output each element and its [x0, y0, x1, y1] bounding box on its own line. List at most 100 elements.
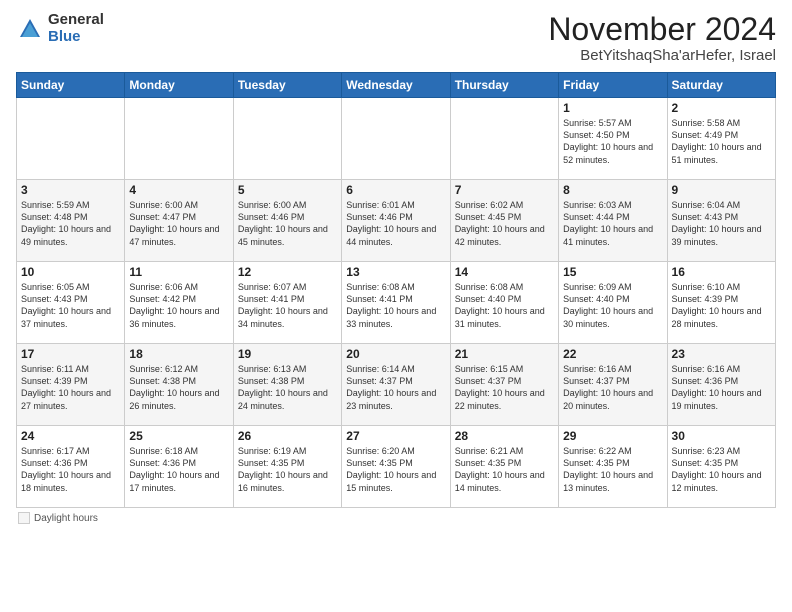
- calendar-week-row: 24 Sunrise: 6:17 AM Sunset: 4:36 PM Dayli…: [17, 426, 776, 508]
- day-detail: Sunrise: 6:14 AM Sunset: 4:37 PM Dayligh…: [346, 363, 445, 412]
- day-detail: Sunrise: 6:05 AM Sunset: 4:43 PM Dayligh…: [21, 281, 120, 330]
- day-detail: Sunrise: 6:16 AM Sunset: 4:37 PM Dayligh…: [563, 363, 662, 412]
- day-detail: Sunrise: 6:00 AM Sunset: 4:47 PM Dayligh…: [129, 199, 228, 248]
- day-detail: Sunrise: 6:16 AM Sunset: 4:36 PM Dayligh…: [672, 363, 771, 412]
- calendar-cell: 24 Sunrise: 6:17 AM Sunset: 4:36 PM Dayli…: [17, 426, 125, 508]
- day-detail: Sunrise: 6:07 AM Sunset: 4:41 PM Dayligh…: [238, 281, 337, 330]
- day-number: 18: [129, 347, 228, 361]
- day-number: 22: [563, 347, 662, 361]
- day-number: 24: [21, 429, 120, 443]
- calendar-cell: 9Sunrise: 6:04 AM Sunset: 4:43 PM Daylig…: [667, 180, 775, 262]
- day-number: 26: [238, 429, 337, 443]
- calendar-cell: 4 Sunrise: 6:00 AM Sunset: 4:47 PM Daylig…: [125, 180, 233, 262]
- day-detail: Sunrise: 6:00 AM Sunset: 4:46 PM Dayligh…: [238, 199, 337, 248]
- calendar-cell: 30 Sunrise: 6:23 AM Sunset: 4:35 PM Dayli…: [667, 426, 775, 508]
- calendar-week-row: 3Sunrise: 5:59 AM Sunset: 4:48 PM Daylig…: [17, 180, 776, 262]
- day-number: 16: [672, 265, 771, 279]
- day-detail: Sunrise: 6:10 AM Sunset: 4:39 PM Dayligh…: [672, 281, 771, 330]
- calendar-cell: 22 Sunrise: 6:16 AM Sunset: 4:37 PM Dayli…: [559, 344, 667, 426]
- calendar-cell: 2 Sunrise: 5:58 AM Sunset: 4:49 PM Daylig…: [667, 98, 775, 180]
- calendar-cell: [342, 98, 450, 180]
- logo-general: General: [48, 12, 104, 29]
- page-container: General Blue November 2024 BetYitshaqSha…: [0, 0, 792, 532]
- day-number: 13: [346, 265, 445, 279]
- calendar-cell: 1 Sunrise: 5:57 AM Sunset: 4:50 PM Daylig…: [559, 98, 667, 180]
- day-number: 14: [455, 265, 554, 279]
- day-number: 25: [129, 429, 228, 443]
- day-number: 5: [238, 183, 337, 197]
- calendar-cell: 14 Sunrise: 6:08 AM Sunset: 4:40 PM Dayli…: [450, 262, 558, 344]
- day-number: 8: [563, 183, 662, 197]
- location: BetYitshaqSha'arHefer, Israel: [548, 47, 776, 64]
- calendar-cell: 13 Sunrise: 6:08 AM Sunset: 4:41 PM Dayli…: [342, 262, 450, 344]
- day-detail: Sunrise: 6:12 AM Sunset: 4:38 PM Dayligh…: [129, 363, 228, 412]
- day-detail: Sunrise: 6:21 AM Sunset: 4:35 PM Dayligh…: [455, 445, 554, 494]
- calendar-cell: 23 Sunrise: 6:16 AM Sunset: 4:36 PM Dayli…: [667, 344, 775, 426]
- calendar-cell: 25 Sunrise: 6:18 AM Sunset: 4:36 PM Dayli…: [125, 426, 233, 508]
- calendar-cell: [17, 98, 125, 180]
- calendar-day-header: Sunday: [17, 73, 125, 98]
- day-number: 11: [129, 265, 228, 279]
- calendar-cell: 28Sunrise: 6:21 AM Sunset: 4:35 PM Dayli…: [450, 426, 558, 508]
- logo-icon: [16, 15, 44, 43]
- day-detail: Sunrise: 6:01 AM Sunset: 4:46 PM Dayligh…: [346, 199, 445, 248]
- calendar-day-header: Saturday: [667, 73, 775, 98]
- day-detail: Sunrise: 6:23 AM Sunset: 4:35 PM Dayligh…: [672, 445, 771, 494]
- calendar-cell: 6 Sunrise: 6:01 AM Sunset: 4:46 PM Daylig…: [342, 180, 450, 262]
- day-detail: Sunrise: 6:13 AM Sunset: 4:38 PM Dayligh…: [238, 363, 337, 412]
- day-number: 19: [238, 347, 337, 361]
- day-detail: Sunrise: 5:57 AM Sunset: 4:50 PM Dayligh…: [563, 117, 662, 166]
- day-number: 30: [672, 429, 771, 443]
- calendar-cell: 29Sunrise: 6:22 AM Sunset: 4:35 PM Dayli…: [559, 426, 667, 508]
- day-number: 17: [21, 347, 120, 361]
- day-number: 4: [129, 183, 228, 197]
- calendar-cell: 26 Sunrise: 6:19 AM Sunset: 4:35 PM Dayli…: [233, 426, 341, 508]
- day-detail: Sunrise: 6:19 AM Sunset: 4:35 PM Dayligh…: [238, 445, 337, 494]
- day-number: 2: [672, 101, 771, 115]
- day-detail: Sunrise: 6:08 AM Sunset: 4:41 PM Dayligh…: [346, 281, 445, 330]
- calendar-cell: 8 Sunrise: 6:03 AM Sunset: 4:44 PM Daylig…: [559, 180, 667, 262]
- calendar-cell: 21Sunrise: 6:15 AM Sunset: 4:37 PM Dayli…: [450, 344, 558, 426]
- calendar-cell: 27 Sunrise: 6:20 AM Sunset: 4:35 PM Dayli…: [342, 426, 450, 508]
- day-number: 6: [346, 183, 445, 197]
- logo: General Blue: [16, 12, 104, 45]
- calendar-day-header: Friday: [559, 73, 667, 98]
- day-detail: Sunrise: 6:17 AM Sunset: 4:36 PM Dayligh…: [21, 445, 120, 494]
- calendar-day-header: Monday: [125, 73, 233, 98]
- calendar-cell: [233, 98, 341, 180]
- day-number: 1: [563, 101, 662, 115]
- legend-label: Daylight hours: [34, 513, 98, 524]
- day-number: 15: [563, 265, 662, 279]
- calendar-cell: 19 Sunrise: 6:13 AM Sunset: 4:38 PM Dayli…: [233, 344, 341, 426]
- day-detail: Sunrise: 5:58 AM Sunset: 4:49 PM Dayligh…: [672, 117, 771, 166]
- calendar-cell: 12 Sunrise: 6:07 AM Sunset: 4:41 PM Dayli…: [233, 262, 341, 344]
- calendar-cell: 7 Sunrise: 6:02 AM Sunset: 4:45 PM Daylig…: [450, 180, 558, 262]
- day-number: 12: [238, 265, 337, 279]
- calendar-week-row: 1 Sunrise: 5:57 AM Sunset: 4:50 PM Daylig…: [17, 98, 776, 180]
- legend-box: [18, 512, 30, 524]
- calendar-header-row: SundayMondayTuesdayWednesdayThursdayFrid…: [17, 73, 776, 98]
- calendar-cell: 17Sunrise: 6:11 AM Sunset: 4:39 PM Dayli…: [17, 344, 125, 426]
- calendar-cell: 3Sunrise: 5:59 AM Sunset: 4:48 PM Daylig…: [17, 180, 125, 262]
- day-detail: Sunrise: 6:06 AM Sunset: 4:42 PM Dayligh…: [129, 281, 228, 330]
- day-number: 7: [455, 183, 554, 197]
- day-detail: Sunrise: 6:03 AM Sunset: 4:44 PM Dayligh…: [563, 199, 662, 248]
- day-number: 27: [346, 429, 445, 443]
- day-detail: Sunrise: 6:20 AM Sunset: 4:35 PM Dayligh…: [346, 445, 445, 494]
- day-detail: Sunrise: 6:08 AM Sunset: 4:40 PM Dayligh…: [455, 281, 554, 330]
- day-detail: Sunrise: 6:02 AM Sunset: 4:45 PM Dayligh…: [455, 199, 554, 248]
- calendar-cell: 16 Sunrise: 6:10 AM Sunset: 4:39 PM Dayli…: [667, 262, 775, 344]
- footer-bar: Daylight hours: [16, 512, 776, 524]
- day-number: 20: [346, 347, 445, 361]
- calendar-day-header: Wednesday: [342, 73, 450, 98]
- calendar-cell: 15 Sunrise: 6:09 AM Sunset: 4:40 PM Dayli…: [559, 262, 667, 344]
- calendar-week-row: 10Sunrise: 6:05 AM Sunset: 4:43 PM Dayli…: [17, 262, 776, 344]
- calendar-table: SundayMondayTuesdayWednesdayThursdayFrid…: [16, 72, 776, 508]
- day-detail: Sunrise: 6:18 AM Sunset: 4:36 PM Dayligh…: [129, 445, 228, 494]
- day-detail: Sunrise: 6:04 AM Sunset: 4:43 PM Dayligh…: [672, 199, 771, 248]
- day-number: 23: [672, 347, 771, 361]
- calendar-cell: 11 Sunrise: 6:06 AM Sunset: 4:42 PM Dayli…: [125, 262, 233, 344]
- day-detail: Sunrise: 6:09 AM Sunset: 4:40 PM Dayligh…: [563, 281, 662, 330]
- calendar-cell: 5 Sunrise: 6:00 AM Sunset: 4:46 PM Daylig…: [233, 180, 341, 262]
- day-number: 21: [455, 347, 554, 361]
